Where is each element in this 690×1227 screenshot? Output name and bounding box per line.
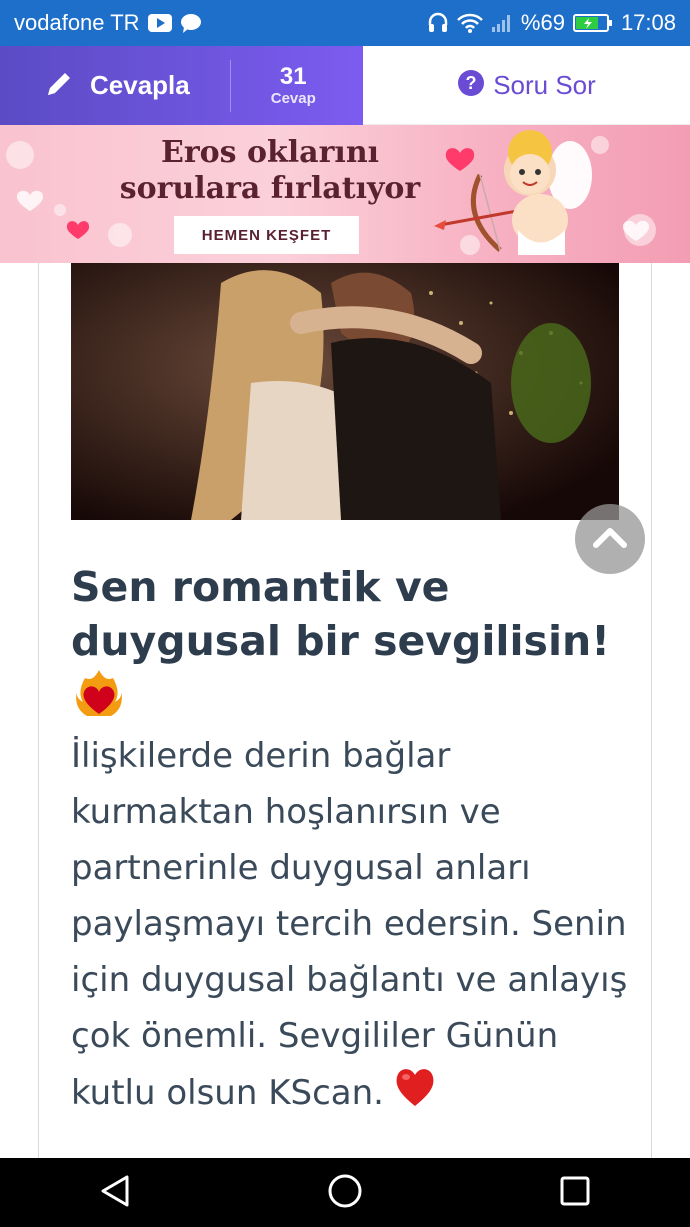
banner-title-line1: Eros oklarını — [160, 135, 380, 170]
promo-banner[interactable]: Eros oklarını sorulara fırlatıyor HEMEN … — [0, 125, 690, 263]
discover-now-button[interactable]: HEMEN KEŞFET — [174, 216, 359, 254]
pencil-icon — [44, 69, 74, 103]
carrier-name: vodafone TR — [14, 10, 140, 35]
system-nav-bar — [0, 1158, 690, 1227]
chevron-up-icon — [592, 525, 628, 553]
wifi-icon — [457, 13, 483, 33]
divider — [229, 59, 231, 112]
recents-icon — [559, 1175, 591, 1211]
headset-icon — [427, 12, 449, 34]
message-icon — [180, 13, 202, 33]
youtube-icon — [147, 14, 172, 32]
heart-on-fire-icon — [75, 668, 123, 724]
cupid-illustration — [434, 130, 592, 255]
recents-button[interactable] — [515, 1158, 635, 1227]
article-image — [71, 263, 619, 520]
status-bar: vodafone TR %69 17:08 — [0, 0, 690, 46]
battery-percent: %69 — [520, 10, 565, 35]
article-body-text: İlişkilerde derin bağlar kurmaktan hoşla… — [71, 736, 628, 1113]
banner-title: Eros oklarını sorulara fırlatıyor — [100, 135, 440, 207]
action-bar: Cevapla 31 Cevap ? Soru Sor — [0, 46, 690, 125]
answer-count: 31 Cevap — [270, 63, 316, 108]
back-button[interactable] — [55, 1158, 175, 1227]
svg-text:?: ? — [466, 73, 477, 93]
battery-icon — [572, 13, 613, 33]
home-button[interactable] — [285, 1158, 405, 1227]
answer-button[interactable]: Cevapla 31 Cevap — [0, 46, 363, 125]
answer-count-label: Cevap — [270, 90, 316, 107]
red-heart-icon — [394, 1064, 436, 1125]
signal-icon — [491, 13, 513, 33]
answer-count-number: 31 — [279, 63, 307, 90]
question-icon: ? — [457, 69, 485, 101]
ask-question-label: Soru Sor — [493, 69, 596, 100]
article-body: İlişkilerde derin bağlar kurmaktan hoşla… — [71, 728, 641, 1125]
back-icon — [99, 1174, 131, 1212]
ask-question-button[interactable]: ? Soru Sor — [363, 46, 690, 125]
banner-title-line2: sorulara fırlatıyor — [119, 171, 421, 206]
article-headline: Sen romantik ve duygusal bir sevgilisin! — [71, 563, 610, 665]
answer-label: Cevapla — [90, 70, 190, 100]
home-icon — [327, 1173, 363, 1213]
clock: 17:08 — [620, 10, 676, 35]
